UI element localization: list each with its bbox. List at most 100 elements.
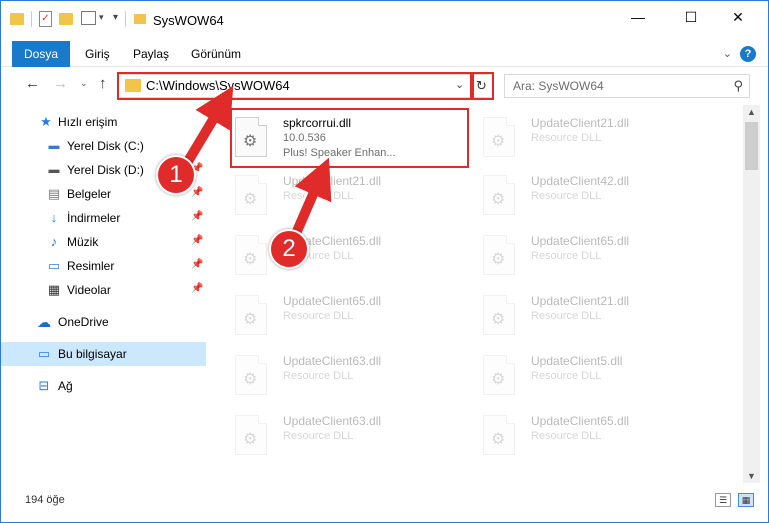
pin-icon[interactable]: 📌: [191, 139, 203, 150]
properties-icon[interactable]: ✓: [39, 11, 52, 27]
chevron-down-icon[interactable]: ⌄: [723, 47, 732, 60]
dll-file-icon: ⚙: [235, 175, 267, 215]
star-icon: ★: [40, 114, 52, 129]
gear-icon: ⚙: [243, 251, 258, 268]
file-type: Resource DLL: [283, 370, 354, 382]
minimize-button[interactable]: —: [615, 1, 661, 33]
pin-icon[interactable]: 📌: [191, 283, 203, 294]
sidebar-item-this-pc[interactable]: ▭ Bu bilgisayar: [1, 342, 206, 366]
videos-icon: ▦: [47, 282, 61, 297]
file-tile[interactable]: ⚙ UpdateClient63.dll Resource DLL: [235, 349, 475, 407]
tab-file[interactable]: Dosya: [12, 41, 70, 67]
sidebar-item-label: Bu bilgisayar: [58, 347, 127, 361]
file-name: UpdateClient65.dll: [531, 234, 630, 248]
sidebar-item-label: Belgeler: [67, 187, 112, 201]
drive-icon: ▬: [48, 164, 60, 176]
forward-arrow-icon[interactable]: →: [53, 75, 68, 92]
view-icon[interactable]: [81, 11, 96, 25]
file-tile[interactable]: ⚙ UpdateClient21.dll Resource DLL: [483, 111, 723, 169]
scroll-up-icon[interactable]: ▲: [747, 107, 756, 117]
customize-toolbar-icon[interactable]: ▾: [113, 12, 118, 23]
close-button[interactable]: ✕: [715, 1, 761, 33]
dll-file-icon: ⚙: [483, 295, 515, 335]
gear-icon: ⚙: [491, 251, 506, 268]
separator: [125, 11, 126, 27]
file-name: UpdateClient42.dll: [531, 174, 630, 188]
file-tile[interactable]: ⚙ UpdateClient42.dll Resource DLL: [483, 169, 723, 227]
sidebar-item-label: Hızlı erişim: [58, 115, 118, 129]
tab-home[interactable]: Giriş: [73, 41, 122, 67]
gear-icon: ⚙: [243, 431, 258, 448]
scroll-down-icon[interactable]: ▼: [747, 471, 756, 481]
sidebar-item-label: Müzik: [67, 235, 99, 249]
refresh-highlight: [472, 72, 494, 100]
up-arrow-icon[interactable]: ↑: [99, 75, 107, 92]
back-arrow-icon[interactable]: ←: [25, 75, 40, 92]
pin-icon[interactable]: 📌: [191, 259, 203, 270]
search-icon: ⚲: [733, 78, 743, 93]
dll-file-icon: ⚙: [235, 415, 267, 455]
dll-file-icon: ⚙: [483, 355, 515, 395]
search-placeholder: Ara: SysWOW64: [513, 79, 604, 93]
pin-icon[interactable]: 📌: [191, 211, 203, 222]
maximize-button[interactable]: ☐: [668, 1, 714, 33]
file-type: Resource DLL: [531, 370, 602, 382]
gear-icon: ⚙: [491, 371, 506, 388]
file-tile[interactable]: ⚙ UpdateClient65.dll Resource DLL: [483, 409, 723, 467]
dll-file-icon: ⚙: [483, 415, 515, 455]
sidebar-item-quick-access[interactable]: ★ Hızlı erişim: [1, 110, 206, 134]
sidebar-item-label: Yerel Disk (D:): [67, 163, 144, 177]
dll-file-icon: ⚙: [483, 235, 515, 275]
help-icon[interactable]: ?: [740, 46, 756, 62]
sidebar-item-network[interactable]: ⊟ Ağ: [1, 374, 206, 398]
sidebar-item-music[interactable]: ♪ Müzik 📌: [1, 230, 206, 254]
dll-file-icon: ⚙: [483, 117, 515, 157]
recent-locations-icon[interactable]: ⌄: [80, 78, 88, 89]
file-name: UpdateClient21.dll: [531, 294, 630, 308]
tab-share[interactable]: Paylaş: [121, 41, 181, 67]
file-tile[interactable]: ⚙ UpdateClient21.dll Resource DLL: [483, 289, 723, 347]
file-tile[interactable]: ⚙ UpdateClient65.dll Resource DLL: [483, 229, 723, 287]
tab-view[interactable]: Görünüm: [179, 41, 253, 67]
sidebar-item-onedrive[interactable]: ☁ OneDrive: [1, 310, 206, 334]
chevron-down-icon[interactable]: ▾: [99, 12, 104, 23]
sidebar-item-label: Yerel Disk (C:): [67, 139, 144, 153]
drive-icon: ▬: [48, 140, 60, 152]
pin-icon[interactable]: 📌: [191, 187, 203, 198]
file-tile[interactable]: ⚙ UpdateClient63.dll Resource DLL: [235, 409, 475, 467]
scroll-thumb[interactable]: [745, 122, 758, 170]
sidebar-item-label: Ağ: [58, 379, 73, 393]
gear-icon: ⚙: [491, 311, 506, 328]
gear-icon: ⚙: [491, 191, 506, 208]
search-input[interactable]: Ara: SysWOW64 ⚲: [504, 74, 750, 98]
sidebar-item-videos[interactable]: ▦ Videolar 📌: [1, 278, 206, 302]
title-bar: ✓ ▾ ▾ SysWOW64 — ☐ ✕: [1, 1, 768, 41]
dll-file-icon: ⚙: [235, 295, 267, 335]
documents-icon: ▤: [47, 186, 61, 201]
file-name: UpdateClient63.dll: [283, 354, 382, 368]
file-highlight: [230, 108, 469, 168]
file-tile[interactable]: ⚙ UpdateClient5.dll Resource DLL: [483, 349, 723, 407]
gear-icon: ⚙: [243, 371, 258, 388]
status-bar: 194 öğe ☰ ▦: [1, 489, 768, 513]
file-tile[interactable]: ⚙ UpdateClient21.dll Resource DLL: [235, 169, 475, 227]
address-highlight: [117, 72, 472, 100]
file-type: Resource DLL: [283, 190, 354, 202]
sidebar-item-label: Resimler: [67, 259, 115, 273]
sidebar-item-pictures[interactable]: ▭ Resimler 📌: [1, 254, 206, 278]
gear-icon: ⚙: [243, 191, 258, 208]
pin-icon[interactable]: 📌: [191, 235, 203, 246]
gear-icon: ⚙: [491, 431, 506, 448]
tiles-view-icon[interactable]: ▦: [738, 493, 754, 507]
ribbon-tabs: Dosya Giriş Paylaş Görünüm ⌄ ?: [1, 41, 768, 67]
new-folder-icon[interactable]: [59, 13, 73, 25]
file-name: UpdateClient65.dll: [531, 414, 630, 428]
sidebar-item-downloads[interactable]: ↓ İndirmeler 📌: [1, 206, 206, 230]
sidebar-item-label: Videolar: [67, 283, 111, 297]
dll-file-icon: ⚙: [483, 175, 515, 215]
file-name: UpdateClient21.dll: [531, 116, 630, 130]
details-view-icon[interactable]: ☰: [715, 493, 731, 507]
vertical-scrollbar[interactable]: ▲ ▼: [743, 105, 760, 483]
file-tile[interactable]: ⚙ UpdateClient65.dll Resource DLL: [235, 289, 475, 347]
downloads-icon: ↓: [50, 210, 58, 225]
